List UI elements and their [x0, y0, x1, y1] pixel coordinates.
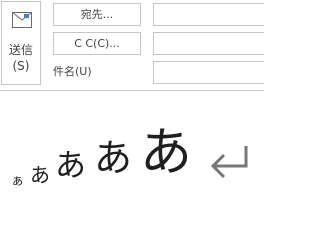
body-char: あ: [30, 163, 50, 187]
body-char: ぁ: [11, 174, 25, 189]
send-label-line1: 送信: [8, 43, 33, 57]
cc-button[interactable]: C C(C)...: [53, 32, 141, 55]
send-button[interactable]: 送信 (S): [1, 1, 41, 85]
subject-field[interactable]: [153, 61, 264, 84]
paragraph-return-icon: [210, 146, 248, 179]
to-button[interactable]: 宛先...: [53, 3, 141, 26]
body-char: あ: [94, 136, 133, 180]
message-header: 送信 (S) 宛先... C C(C)... 件名(U): [0, 0, 264, 90]
send-label: 送信 (S): [2, 42, 40, 74]
body-char: あ: [140, 123, 193, 183]
to-field[interactable]: [153, 3, 264, 26]
subject-label: 件名(U): [53, 65, 92, 78]
body-char: あ: [55, 148, 86, 184]
send-label-line2: (S): [12, 59, 30, 73]
cc-field[interactable]: [153, 32, 264, 55]
send-mail-icon: [12, 12, 32, 28]
